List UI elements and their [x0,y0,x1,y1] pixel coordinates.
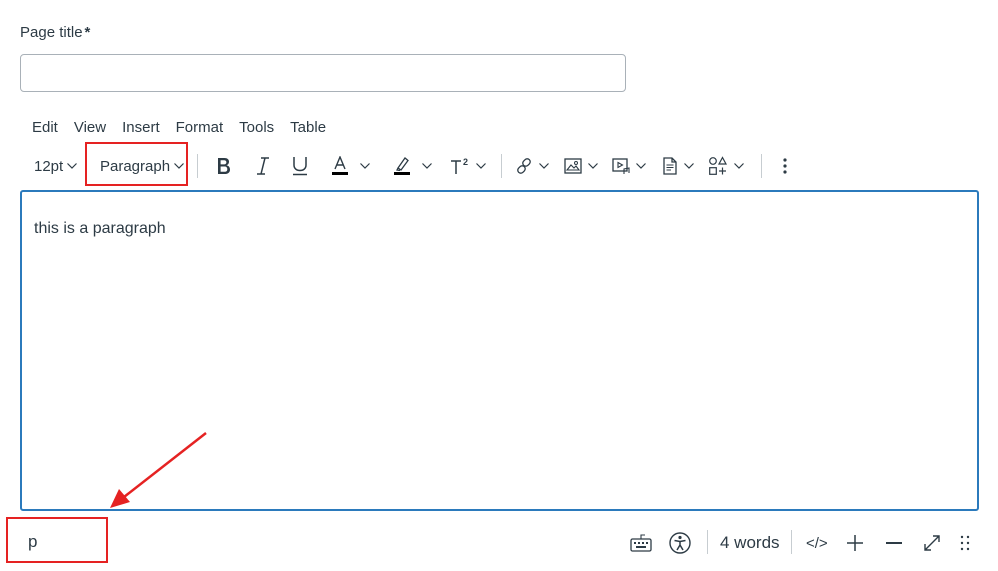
toolbar-divider [501,154,502,178]
toolbar-divider [761,154,762,178]
italic-button[interactable] [256,148,270,184]
required-marker: * [84,24,91,41]
chevron-down-icon [422,163,432,169]
drag-handle-icon [960,535,970,551]
media-button[interactable] [612,148,646,184]
text-color-button[interactable] [332,148,370,184]
page-title-label: Page title * [20,24,90,41]
resize-handle[interactable] [960,528,970,558]
keyboard-icon [630,534,652,552]
highlight-color-button[interactable] [394,148,432,184]
menu-insert[interactable]: Insert [114,118,168,140]
superscript-icon: 2 [451,157,468,174]
more-options-button[interactable] [782,148,788,184]
underline-button[interactable] [292,148,308,184]
expand-icon [924,535,940,551]
superscript-button[interactable]: 2 [450,148,486,184]
image-button[interactable] [564,148,598,184]
minus-icon [886,542,902,544]
editor-content-area[interactable]: this is a paragraph [20,190,979,511]
html-editor-toggle[interactable]: </> [806,528,828,558]
more-vertical-icon [783,158,787,174]
word-count-button[interactable]: 4 words [720,528,780,558]
fullscreen-button[interactable] [923,528,941,558]
chevron-down-icon [539,163,549,169]
chevron-down-icon [476,163,486,169]
document-icon [663,157,677,175]
image-icon [564,158,582,174]
accessibility-icon [669,532,691,554]
chevron-down-icon [636,163,646,169]
menu-tools[interactable]: Tools [231,118,282,140]
zoom-out-button[interactable] [885,528,903,558]
link-button[interactable] [515,148,549,184]
apps-icon [709,156,728,175]
chevron-down-icon [684,163,694,169]
italic-icon [257,157,269,175]
svg-text:2: 2 [463,157,468,167]
menu-format[interactable]: Format [168,118,232,140]
code-icon: </> [806,534,828,552]
accessibility-checker-button[interactable] [669,528,691,558]
highlight-color-icon [394,157,410,175]
bold-button[interactable] [216,148,232,184]
media-icon [612,158,630,174]
page-title-label-text: Page title [20,24,83,41]
menu-edit[interactable]: Edit [24,118,66,140]
statusbar-divider [707,530,708,554]
word-count: 4 words [720,533,780,552]
apps-button[interactable] [708,148,744,184]
editor-paragraph[interactable]: this is a paragraph [34,220,166,238]
menu-view[interactable]: View [66,118,114,140]
chevron-down-icon [734,163,744,169]
underline-icon [293,157,307,176]
font-size-dropdown[interactable]: 12pt [34,148,78,184]
page-title-input[interactable] [20,54,626,92]
chevron-down-icon [67,163,78,169]
document-button[interactable] [662,148,694,184]
keyboard-shortcuts-button[interactable] [630,528,652,558]
zoom-in-button[interactable] [846,528,864,558]
font-size-value: 12pt [34,157,64,175]
bold-icon [218,158,230,174]
annotation-highlight-box [6,517,108,563]
chevron-down-icon [588,163,598,169]
text-color-icon [332,156,348,175]
toolbar-divider [197,154,198,178]
chevron-down-icon [360,163,370,169]
annotation-highlight-box [85,142,188,186]
editor-statusbar: p 4 words </> [0,518,998,568]
plus-icon [847,535,863,551]
editor-menubar: Edit View Insert Format Tools Table [24,118,334,140]
statusbar-divider [791,530,792,554]
link-icon [517,158,531,174]
menu-table[interactable]: Table [282,118,334,140]
